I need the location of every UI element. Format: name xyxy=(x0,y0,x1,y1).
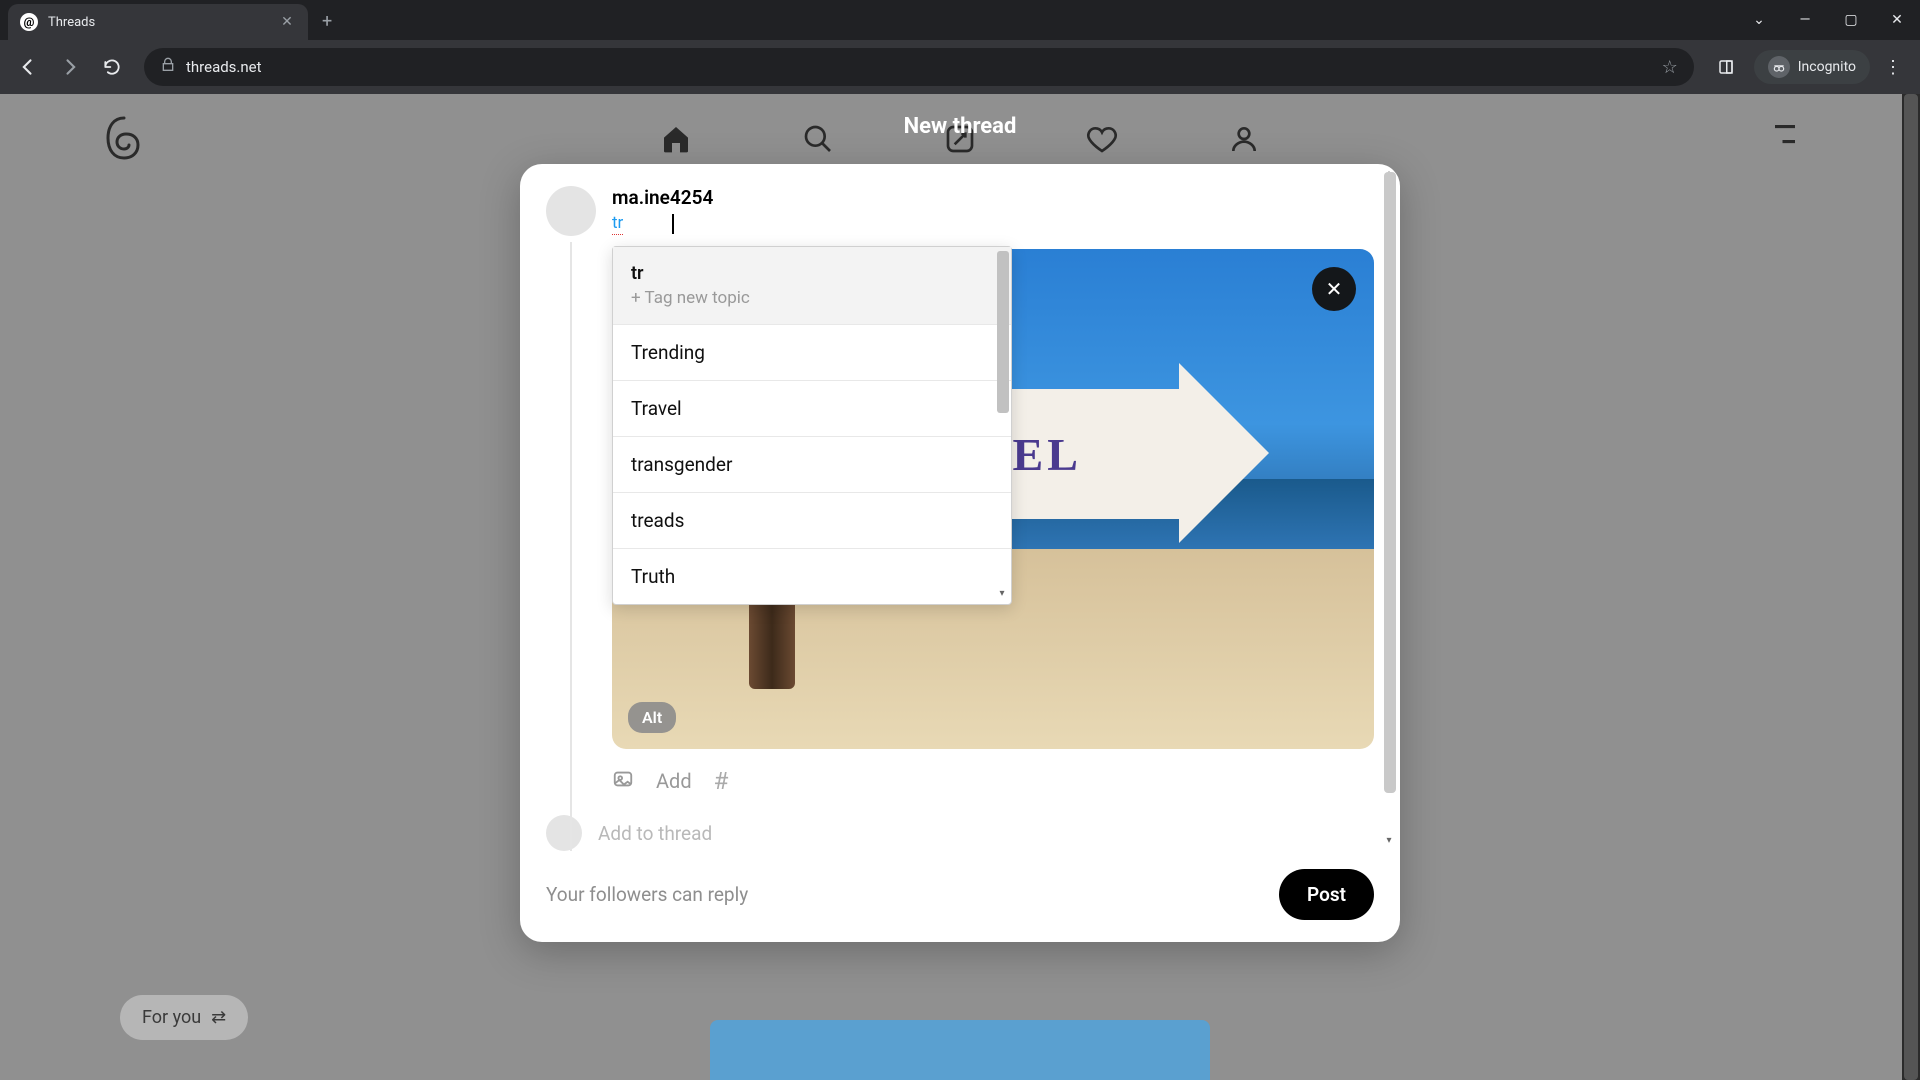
new-thread-modal: ma.ine4254 tr ✕ RAVEL xyxy=(520,164,1400,942)
browser-tab[interactable]: @ Threads ✕ xyxy=(8,4,308,40)
back-button[interactable] xyxy=(10,49,46,85)
modal-scrollbar[interactable]: ▴ ▾ xyxy=(1382,170,1396,845)
topic-query: tr xyxy=(631,263,993,284)
tab-favicon-icon: @ xyxy=(20,13,38,31)
topic-suggestion-item[interactable]: treads xyxy=(613,493,1011,549)
topic-suggestion-item[interactable]: Travel xyxy=(613,381,1011,437)
topic-input[interactable]: tr xyxy=(612,209,1374,235)
incognito-icon xyxy=(1768,56,1790,78)
add-topic-icon[interactable]: # xyxy=(714,767,729,795)
page-scrollbar[interactable] xyxy=(1902,94,1920,1080)
bookmark-star-icon[interactable]: ☆ xyxy=(1662,57,1678,78)
dropdown-scrollbar[interactable]: ▾ xyxy=(995,249,1009,602)
incognito-label: Incognito xyxy=(1798,59,1856,75)
address-bar[interactable]: threads.net ☆ xyxy=(144,48,1694,86)
new-tab-button[interactable]: + xyxy=(322,11,332,32)
topic-suggestion-item[interactable]: transgender xyxy=(613,437,1011,493)
browser-titlebar: @ Threads ✕ + ⌄ ― ▢ ✕ xyxy=(0,0,1920,40)
topic-suggestion-new[interactable]: tr + Tag new topic xyxy=(613,247,1011,325)
feed-switcher-label: For you xyxy=(142,1007,201,1028)
minimize-icon[interactable]: ― xyxy=(1782,0,1828,40)
add-to-thread-label: Add to thread xyxy=(598,822,712,845)
topic-suggestion-item[interactable]: Truth xyxy=(613,549,1011,604)
attach-media-icon[interactable] xyxy=(612,768,634,795)
page-viewport: For you ⇄ New thread ma.ine4254 tr xyxy=(0,94,1920,1080)
text-cursor-icon xyxy=(672,214,674,234)
tag-new-topic-label: + Tag new topic xyxy=(631,288,993,308)
extensions-icon[interactable] xyxy=(1708,49,1744,85)
tab-close-icon[interactable]: ✕ xyxy=(278,14,296,30)
close-icon: ✕ xyxy=(1326,277,1343,301)
chevron-down-icon[interactable]: ⌄ xyxy=(1736,0,1782,40)
close-window-icon[interactable]: ✕ xyxy=(1874,0,1920,40)
url-text: threads.net xyxy=(186,58,1652,76)
topic-suggestion-dropdown: tr + Tag new topic Trending Travel trans… xyxy=(612,246,1012,605)
remove-image-button[interactable]: ✕ xyxy=(1312,267,1356,311)
add-to-thread-row[interactable]: Add to thread xyxy=(546,815,1374,851)
alt-text-button[interactable]: Alt xyxy=(628,702,676,733)
swap-icon: ⇄ xyxy=(211,1007,226,1028)
post-button[interactable]: Post xyxy=(1279,869,1374,920)
avatar xyxy=(546,815,582,851)
browser-menu-icon[interactable]: ⋮ xyxy=(1876,57,1910,78)
compose-username: ma.ine4254 xyxy=(612,186,1374,209)
browser-toolbar: threads.net ☆ Incognito ⋮ xyxy=(0,40,1920,94)
lock-icon xyxy=(160,57,176,77)
tab-title: Threads xyxy=(48,15,268,30)
avatar[interactable] xyxy=(546,186,596,236)
modal-footer: Your followers can reply Post xyxy=(520,851,1400,924)
feed-switcher[interactable]: For you ⇄ xyxy=(120,995,248,1040)
add-label[interactable]: Add xyxy=(656,769,692,793)
feed-image-peek xyxy=(710,1020,1210,1080)
reload-button[interactable] xyxy=(94,49,130,85)
topic-typed-text: tr xyxy=(612,213,623,235)
forward-button[interactable] xyxy=(52,49,88,85)
compose-actions: Add # xyxy=(612,767,1374,795)
thread-line xyxy=(570,242,572,851)
modal-title: New thread xyxy=(904,114,1017,139)
incognito-badge[interactable]: Incognito xyxy=(1754,50,1870,84)
reply-scope-selector[interactable]: Your followers can reply xyxy=(546,883,748,906)
window-controls: ⌄ ― ▢ ✕ xyxy=(1736,0,1920,40)
maximize-icon[interactable]: ▢ xyxy=(1828,0,1874,40)
topic-suggestion-item[interactable]: Trending xyxy=(613,325,1011,381)
